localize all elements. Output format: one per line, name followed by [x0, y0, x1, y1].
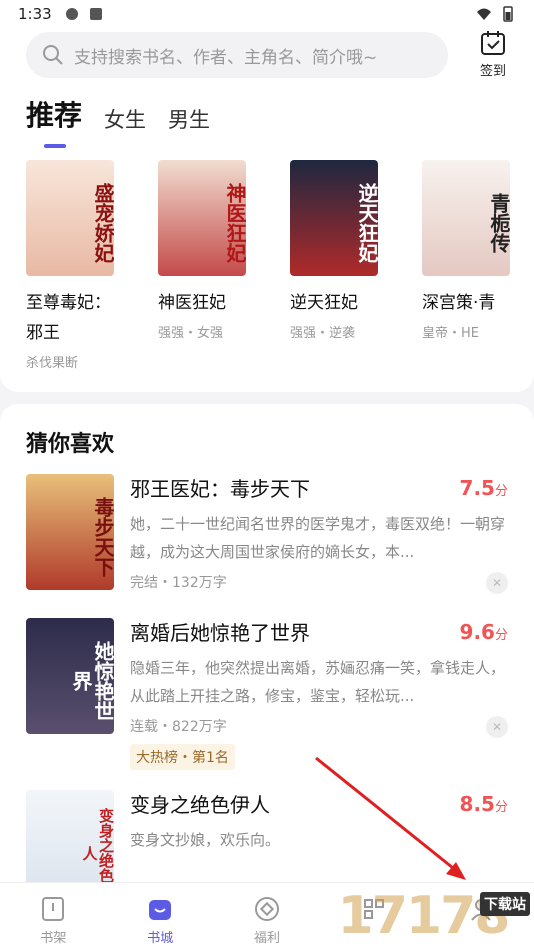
book-info: 离婚后她惊艳了世界 9.6分 隐婚三年，他突然提出离婚，苏婳忍痛一笑，拿钱走人，…: [130, 618, 508, 770]
nav-bookshelf-label: 书架: [40, 931, 67, 946]
score-unit: 分: [494, 800, 508, 815]
app-notification-icon: [89, 8, 102, 20]
book-cover[interactable]: 变身之绝色伊人: [26, 790, 114, 882]
tab-male-label: 男生: [168, 108, 211, 132]
watermark-badge: 下载站: [480, 892, 530, 916]
active-tab-indicator: [44, 144, 66, 148]
book-title: 神医狂妃: [158, 293, 226, 313]
book-tags: 强强・女强: [158, 326, 224, 341]
cover-art-title: 神医狂妃: [223, 183, 246, 263]
recommend-list: 盛宠娇妃 至尊毒妃：邪王 杀伐果断 神医狂妃 神医狂妃 强强・女强 逆天狂妃 逆…: [26, 160, 510, 371]
close-icon[interactable]: ✕: [486, 572, 508, 594]
book-meta: 连载・822万字: [130, 719, 227, 735]
book-info: 邪王医妃：毒步天下 7.5分 她，二十一世纪闻名世界的医学鬼才，毒医双绝！一朝穿…: [130, 474, 508, 594]
score-value: 9.6: [459, 620, 495, 644]
tab-recommend[interactable]: 推荐: [26, 94, 83, 148]
book-cover[interactable]: 盛宠娇妃: [26, 160, 114, 276]
book-score: 9.6分: [460, 620, 508, 644]
signin-label: 签到: [479, 64, 506, 79]
book-title: 逆天狂妃: [290, 293, 358, 313]
cover-art-title: 青栀传: [487, 193, 510, 253]
category-tabs: 推荐 女生 男生: [26, 94, 210, 148]
battery-icon: [503, 6, 513, 22]
rank-badge: 大热榜・第1名: [130, 744, 235, 770]
book-title: 离婚后她惊艳了世界: [130, 621, 310, 645]
bookshelf-icon: [42, 897, 65, 921]
book-title: 变身之绝色伊人: [130, 793, 270, 817]
nav-bookstore[interactable]: 书城: [107, 883, 214, 950]
score-value: 7.5: [459, 476, 495, 500]
recommend-book[interactable]: 盛宠娇妃 至尊毒妃：邪王 杀伐果断: [26, 160, 114, 371]
list-item[interactable]: 变身之绝色伊人 变身之绝色伊人 8.5分 变身文抄娘，欢乐向。: [26, 790, 508, 882]
tab-recommend-label: 推荐: [26, 99, 83, 132]
gift-icon: [254, 897, 279, 921]
clock: 1:33: [18, 5, 52, 23]
bookstore-icon: [149, 900, 172, 920]
book-cover[interactable]: 青栀传: [422, 160, 510, 276]
book-title: 深宫策·青: [422, 293, 496, 313]
book-tags: 杀伐果断: [26, 356, 79, 371]
book-description: 隐婚三年，他突然提出离婚，苏婳忍痛一笑，拿钱走人，从此踏上开挂之路，修宝，鉴宝，…: [130, 659, 506, 705]
settings-notification-icon: [65, 8, 78, 20]
score-unit: 分: [494, 484, 508, 499]
book-cover[interactable]: 她惊艳世界: [26, 618, 114, 734]
recommend-card: 支持搜索书名、作者、主角名、简介哦~ 签到 推荐 女生 男生 盛宠娇妃 至尊毒妃…: [0, 28, 534, 392]
tab-male[interactable]: 男生: [168, 104, 210, 138]
nav-welfare-label: 福利: [253, 931, 280, 946]
book-info: 变身之绝色伊人 8.5分 变身文抄娘，欢乐向。: [130, 790, 508, 882]
calendar-check-icon: [481, 31, 505, 55]
score-value: 8.5: [459, 792, 495, 816]
book-title: 至尊毒妃：邪王: [26, 293, 111, 343]
cover-art-title: 盛宠娇妃: [91, 183, 114, 263]
book-score: 7.5分: [460, 476, 508, 500]
book-title: 邪王医妃：毒步天下: [130, 477, 310, 501]
recommend-book[interactable]: 青栀传 深宫策·青 皇帝・HE: [422, 160, 510, 371]
book-tags: 强强・逆袭: [290, 326, 356, 341]
recommend-book[interactable]: 神医狂妃 神医狂妃 强强・女强: [158, 160, 246, 371]
guess-you-like-section: 猜你喜欢 毒步天下 邪王医妃：毒步天下 7.5分 她，二十一世纪闻名世界的医学鬼…: [0, 404, 534, 882]
search-placeholder: 支持搜索书名、作者、主角名、简介哦~: [74, 47, 378, 68]
book-meta: 完结・132万字: [130, 575, 227, 591]
book-cover[interactable]: 神医狂妃: [158, 160, 246, 276]
book-score: 8.5分: [460, 792, 508, 816]
book-cover[interactable]: 逆天狂妃: [290, 160, 378, 276]
section-title: 猜你喜欢: [26, 432, 115, 457]
nav-bookstore-label: 书城: [147, 931, 174, 946]
recommend-book[interactable]: 逆天狂妃 逆天狂妃 强强・逆袭: [290, 160, 378, 371]
cover-art-title: 毒步天下: [91, 497, 114, 577]
wifi-icon: [477, 8, 491, 20]
tab-female-label: 女生: [104, 108, 147, 132]
watermark-logo: 17178 下载站: [312, 882, 534, 950]
list-item[interactable]: 她惊艳世界 离婚后她惊艳了世界 9.6分 隐婚三年，他突然提出离婚，苏婳忍痛一笑…: [26, 618, 508, 778]
book-tags: 皇帝・HE: [422, 326, 479, 341]
list-item[interactable]: 毒步天下 邪王医妃：毒步天下 7.5分 她，二十一世纪闻名世界的医学鬼才，毒医双…: [26, 474, 508, 624]
cover-art-title: 她惊艳世界: [69, 641, 114, 721]
tab-female[interactable]: 女生: [104, 104, 146, 138]
book-description: 她，二十一世纪闻名世界的医学鬼才，毒医双绝！一朝穿越，成为这大周国世家侯府的嫡长…: [130, 515, 506, 561]
book-cover[interactable]: 毒步天下: [26, 474, 114, 590]
search-icon: [43, 45, 63, 65]
cover-art-title: 变身之绝色伊人: [80, 808, 115, 882]
cover-art-title: 逆天狂妃: [355, 183, 378, 263]
search-input[interactable]: 支持搜索书名、作者、主角名、简介哦~: [26, 32, 448, 78]
book-description: 变身文抄娘，欢乐向。: [130, 831, 281, 849]
close-icon[interactable]: ✕: [486, 716, 508, 738]
nav-bookshelf[interactable]: 书架: [0, 883, 107, 950]
signin-button[interactable]: 签到: [470, 30, 516, 82]
nav-welfare[interactable]: 福利: [214, 883, 321, 950]
status-bar: 1:33: [0, 0, 534, 28]
score-unit: 分: [494, 628, 508, 643]
